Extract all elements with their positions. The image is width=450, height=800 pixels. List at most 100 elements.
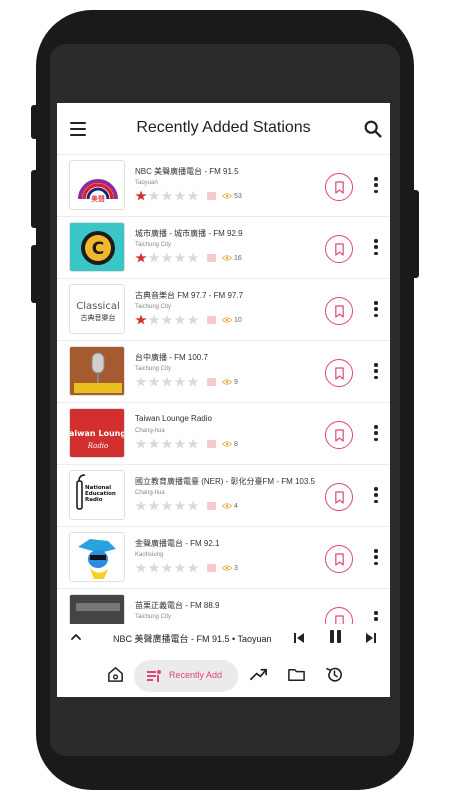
flag-icon	[207, 378, 216, 386]
station-city: Taichung City	[135, 366, 172, 372]
star-icon[interactable]	[135, 500, 147, 511]
flag-icon	[207, 316, 216, 324]
bookmark-button[interactable]	[325, 173, 353, 201]
rating-stars[interactable]	[135, 252, 200, 264]
station-row[interactable]: 美聲 NBC 美聲廣播電台 - FM 91.5 Taoyuan 53	[57, 154, 390, 216]
star-icon[interactable]	[174, 190, 186, 201]
more-vert-icon[interactable]	[374, 549, 378, 565]
views-count: 53	[222, 192, 242, 200]
nav-recently-added[interactable]: Recently Add	[134, 660, 238, 692]
star-icon[interactable]	[148, 314, 160, 325]
star-icon[interactable]	[161, 376, 173, 387]
views-count: 9	[222, 378, 238, 386]
station-row[interactable]: 台中廣播 - FM 100.7 Taichung City 9	[57, 340, 390, 402]
home-icon[interactable]	[103, 662, 127, 686]
station-row[interactable]: C 城市廣播 - 城市廣播 - FM 92.9 Taichung City 16	[57, 216, 390, 278]
rating-stars[interactable]	[135, 438, 200, 450]
star-icon[interactable]	[161, 438, 173, 449]
star-icon[interactable]	[174, 438, 186, 449]
bookmark-button[interactable]	[325, 359, 353, 387]
rating-stars[interactable]	[135, 314, 200, 326]
station-city: Taichung City	[135, 242, 172, 248]
station-name: 古典音樂台 FM 97.7 - FM 97.7	[135, 291, 244, 300]
star-icon[interactable]	[135, 190, 147, 201]
station-row[interactable]: 885 苗栗正義電台 - FM 88.9 Taichung City	[57, 588, 390, 624]
bookmark-button[interactable]	[325, 483, 353, 511]
station-name: 城市廣播 - 城市廣播 - FM 92.9	[135, 229, 243, 238]
star-icon[interactable]	[148, 376, 160, 387]
rating-stars[interactable]	[135, 562, 200, 574]
chevron-up-icon[interactable]	[69, 630, 83, 644]
star-icon[interactable]	[174, 252, 186, 263]
eye-icon	[222, 565, 232, 571]
phone-side-button	[31, 105, 37, 139]
bookmark-icon	[334, 552, 344, 566]
bottom-navigation: Recently Add	[57, 656, 390, 697]
bookmark-icon	[334, 304, 344, 318]
more-vert-icon[interactable]	[374, 611, 378, 624]
pause-icon[interactable]	[328, 629, 343, 644]
star-icon[interactable]	[148, 190, 160, 201]
more-vert-icon[interactable]	[374, 425, 378, 441]
star-icon[interactable]	[187, 500, 199, 511]
star-icon[interactable]	[148, 438, 160, 449]
star-icon[interactable]	[135, 438, 147, 449]
star-icon[interactable]	[174, 562, 186, 573]
star-icon[interactable]	[135, 252, 147, 263]
star-icon[interactable]	[148, 562, 160, 573]
star-icon[interactable]	[187, 252, 199, 263]
station-row[interactable]: 金聲廣播電台 - FM 92.1 Kaohsiung 3	[57, 526, 390, 588]
star-icon[interactable]	[174, 314, 186, 325]
page-title: Recently Added Stations	[136, 119, 311, 136]
history-icon[interactable]	[322, 662, 346, 686]
search-icon[interactable]	[362, 118, 384, 140]
bookmark-button[interactable]	[325, 607, 353, 624]
skip-next-icon[interactable]	[365, 631, 377, 643]
station-row[interactable]: Classical 古典音樂台 古典音樂台 FM 97.7 - FM 97.7 …	[57, 278, 390, 340]
star-icon[interactable]	[187, 438, 199, 449]
more-vert-icon[interactable]	[374, 177, 378, 193]
star-icon[interactable]	[161, 314, 173, 325]
star-icon[interactable]	[161, 500, 173, 511]
more-vert-icon[interactable]	[374, 487, 378, 503]
station-name: Taiwan Lounge Radio	[135, 414, 212, 423]
eye-icon	[222, 317, 232, 323]
eye-icon	[222, 503, 232, 509]
bookmark-icon	[334, 614, 344, 624]
star-icon[interactable]	[174, 376, 186, 387]
folder-icon[interactable]	[284, 662, 308, 686]
more-vert-icon[interactable]	[374, 363, 378, 379]
bookmark-button[interactable]	[325, 545, 353, 573]
star-icon[interactable]	[161, 562, 173, 573]
rating-stars[interactable]	[135, 376, 200, 388]
views-count: 16	[222, 254, 242, 262]
star-icon[interactable]	[148, 252, 160, 263]
star-icon[interactable]	[187, 314, 199, 325]
star-icon[interactable]	[187, 190, 199, 201]
trending-icon[interactable]	[246, 662, 270, 686]
bookmark-button[interactable]	[325, 421, 353, 449]
station-row[interactable]: Taiwan Lounge Radio Taiwan Lounge Radio …	[57, 402, 390, 464]
star-icon[interactable]	[161, 252, 173, 263]
star-icon[interactable]	[135, 314, 147, 325]
mini-player[interactable]: NBC 美聲廣播電台 - FM 91.5 • Taoyuan	[57, 624, 390, 652]
star-icon[interactable]	[161, 190, 173, 201]
bookmark-button[interactable]	[325, 297, 353, 325]
more-vert-icon[interactable]	[374, 301, 378, 317]
star-icon[interactable]	[187, 562, 199, 573]
star-icon[interactable]	[187, 376, 199, 387]
star-icon[interactable]	[135, 376, 147, 387]
star-icon[interactable]	[174, 500, 186, 511]
skip-previous-icon[interactable]	[293, 631, 305, 643]
rating-stars[interactable]	[135, 190, 200, 202]
more-vert-icon[interactable]	[374, 239, 378, 255]
views-count: 4	[222, 502, 238, 510]
station-row[interactable]: National Education Radio 國立教育廣播電臺 (NER) …	[57, 464, 390, 526]
svg-text:Classical: Classical	[76, 301, 120, 312]
flag-icon	[207, 192, 216, 200]
star-icon[interactable]	[135, 562, 147, 573]
bookmark-button[interactable]	[325, 235, 353, 263]
star-icon[interactable]	[148, 500, 160, 511]
rating-stars[interactable]	[135, 500, 200, 512]
station-logo	[69, 532, 125, 582]
